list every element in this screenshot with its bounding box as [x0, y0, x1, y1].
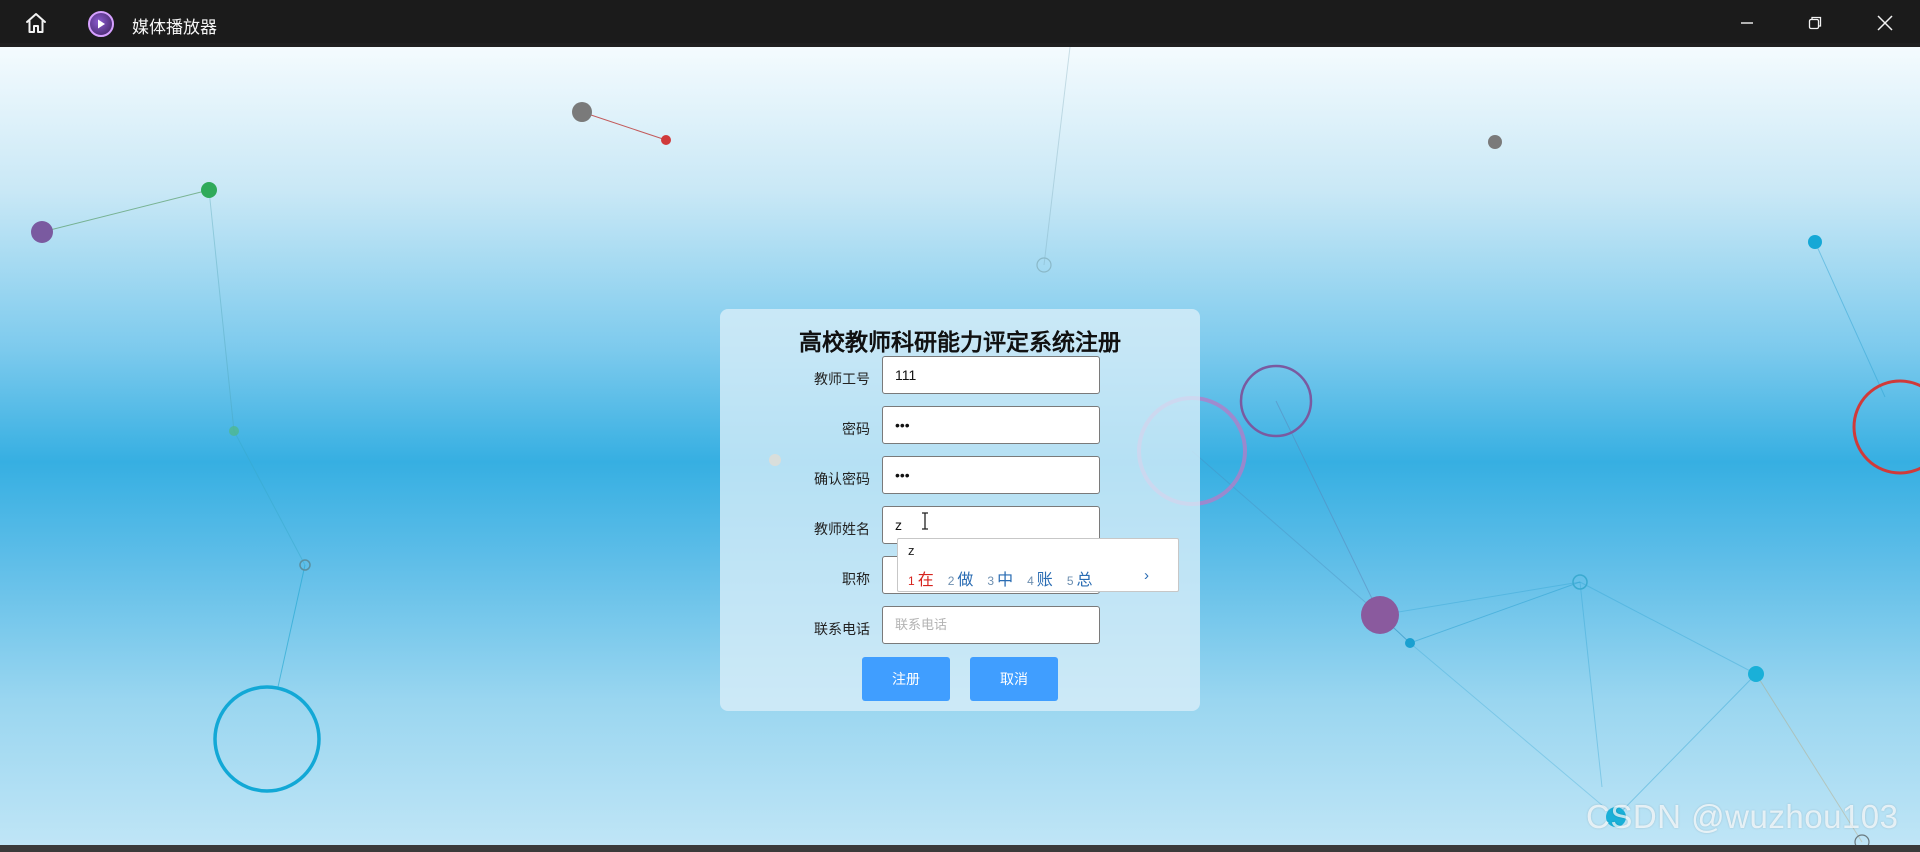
cancel-button[interactable]: 取消: [970, 657, 1058, 701]
home-button[interactable]: [18, 8, 54, 38]
teacher-id-label: 教师工号: [814, 371, 870, 387]
ime-candidate[interactable]: 5 总: [1067, 566, 1093, 590]
password-label: 密码: [842, 421, 870, 437]
ime-composition: z: [908, 543, 915, 558]
ime-candidate[interactable]: 4 账: [1027, 566, 1053, 590]
minimize-button[interactable]: [1724, 6, 1770, 40]
content-area: 高校教师科研能力评定系统注册 教师工号 111 密码 ••• 确认密码 ••• …: [0, 47, 1920, 845]
restore-icon: [1808, 16, 1822, 30]
ime-candidate[interactable]: 1 在: [908, 566, 934, 590]
register-button[interactable]: 注册: [862, 657, 950, 701]
register-panel: 高校教师科研能力评定系统注册 教师工号 111 密码 ••• 确认密码 ••• …: [720, 309, 1200, 711]
ime-candidate[interactable]: 2 做: [948, 566, 974, 590]
restore-button[interactable]: [1792, 6, 1838, 40]
ime-candidate-window: z 1 在 2 做 3 中 4 账 5 总 ›: [897, 538, 1179, 592]
ime-next-page-button[interactable]: ›: [1144, 567, 1149, 584]
confirm-password-input[interactable]: •••: [882, 456, 1100, 494]
bottom-strip: [0, 845, 1920, 852]
close-button[interactable]: [1862, 6, 1908, 40]
teacher-id-input[interactable]: 111: [882, 356, 1100, 394]
close-icon: [1877, 15, 1893, 31]
watermark: CSDN @wuzhou103: [1586, 798, 1899, 835]
window-titlebar: 媒体播放器: [0, 0, 1920, 43]
job-title-label: 职称: [842, 571, 870, 587]
password-input[interactable]: •••: [882, 406, 1100, 444]
home-icon: [26, 13, 46, 33]
ime-candidate[interactable]: 3 中: [987, 566, 1013, 590]
phone-input[interactable]: 联系电话: [882, 606, 1100, 644]
text-cursor-icon: [922, 512, 928, 530]
form-title: 高校教师科研能力评定系统注册: [799, 329, 1121, 355]
ime-candidate-list: 1 在 2 做 3 中 4 账 5 总: [908, 566, 1093, 590]
teacher-name-label: 教师姓名: [814, 521, 870, 537]
confirm-password-label: 确认密码: [814, 471, 870, 487]
minimize-icon: [1741, 22, 1753, 24]
app-title: 媒体播放器: [132, 18, 217, 37]
phone-label: 联系电话: [814, 621, 870, 637]
play-icon: [88, 11, 114, 37]
